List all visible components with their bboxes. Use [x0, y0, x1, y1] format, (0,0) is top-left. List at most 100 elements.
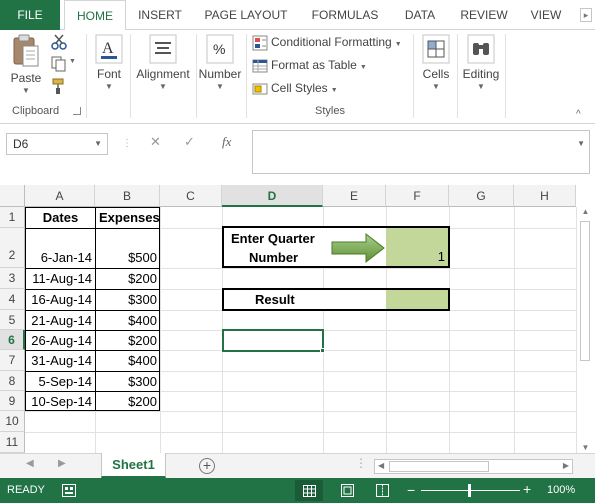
- horizontal-scrollbar[interactable]: ◀ ▶: [374, 459, 573, 474]
- row-header-5[interactable]: 5: [0, 310, 25, 330]
- cell-expense[interactable]: $500: [96, 248, 160, 268]
- row-header-9[interactable]: 9: [0, 391, 25, 411]
- cell-b1[interactable]: Expenses: [96, 207, 160, 228]
- alignment-button[interactable]: Alignment ▼: [133, 34, 193, 91]
- row-header-6[interactable]: 6: [0, 330, 25, 350]
- alignment-dropdown-icon[interactable]: ▼: [133, 82, 193, 91]
- column-header-a[interactable]: A: [25, 185, 95, 207]
- cell-expense[interactable]: $400: [96, 351, 160, 371]
- row-header-8[interactable]: 8: [0, 371, 25, 391]
- cell-date[interactable]: 31-Aug-14: [26, 351, 95, 371]
- number-dropdown-icon[interactable]: ▼: [198, 82, 242, 91]
- zoom-slider-thumb[interactable]: [468, 484, 471, 497]
- scroll-left-icon[interactable]: ◀: [378, 461, 384, 470]
- sheet-next-icon[interactable]: ▶: [58, 458, 66, 469]
- normal-view-button[interactable]: [295, 480, 323, 501]
- column-header-g[interactable]: G: [449, 185, 514, 207]
- fill-handle[interactable]: [320, 348, 325, 353]
- number-button[interactable]: % Number ▼: [198, 34, 242, 91]
- copy-dropdown-icon[interactable]: ▼: [69, 58, 76, 65]
- cut-button[interactable]: [50, 33, 70, 51]
- scroll-right-icon[interactable]: ▶: [563, 461, 569, 470]
- row-header-2[interactable]: 2: [0, 228, 25, 268]
- cell-date[interactable]: 5-Sep-14: [26, 372, 95, 391]
- tab-insert[interactable]: INSERT: [130, 0, 190, 30]
- sheet-prev-icon[interactable]: ◀: [26, 458, 34, 469]
- editing-button[interactable]: Editing ▼: [460, 34, 502, 91]
- select-all-corner[interactable]: [0, 185, 25, 207]
- name-box[interactable]: D6 ▼: [6, 133, 108, 155]
- enter-icon[interactable]: ✓: [184, 134, 195, 150]
- ribbon-scroll-right-icon[interactable]: ▸: [580, 8, 592, 22]
- scroll-up-icon[interactable]: ▲: [577, 207, 594, 216]
- column-header-d[interactable]: D: [222, 185, 323, 207]
- add-sheet-icon[interactable]: +: [199, 458, 215, 474]
- column-header-h[interactable]: H: [514, 185, 576, 207]
- tab-data[interactable]: DATA: [396, 0, 444, 30]
- row-header-1[interactable]: 1: [0, 207, 25, 228]
- vertical-scroll-thumb[interactable]: [580, 221, 590, 361]
- column-header-b[interactable]: B: [95, 185, 160, 207]
- active-cell-d6[interactable]: [222, 329, 324, 352]
- row-header-10[interactable]: 10: [0, 411, 25, 432]
- format-painter-button[interactable]: [50, 77, 70, 95]
- conditional-formatting-button[interactable]: Conditional Formatting ▼: [252, 32, 402, 52]
- tab-split-grip-icon[interactable]: ⋮: [355, 456, 367, 470]
- column-header-c[interactable]: C: [160, 185, 222, 207]
- cells-button[interactable]: Cells ▼: [418, 34, 454, 91]
- zoom-level[interactable]: 100%: [547, 484, 575, 496]
- sheet-tab-sheet1[interactable]: Sheet1: [101, 453, 166, 478]
- cell-expense[interactable]: $200: [96, 331, 160, 350]
- row-header-4[interactable]: 4: [0, 289, 25, 310]
- format-as-table-button[interactable]: Format as Table ▼: [252, 55, 367, 75]
- tab-page-layout[interactable]: PAGE LAYOUT: [196, 0, 296, 30]
- tab-home[interactable]: HOME: [64, 0, 126, 31]
- result-value-cell[interactable]: [386, 290, 448, 309]
- scroll-down-icon[interactable]: ▼: [577, 443, 594, 452]
- copy-button[interactable]: ▼: [50, 55, 76, 73]
- cell-date[interactable]: 10-Sep-14: [26, 392, 95, 411]
- quarter-number-input[interactable]: 1: [386, 228, 448, 266]
- tab-view[interactable]: VIEW: [524, 0, 568, 30]
- collapse-ribbon-icon[interactable]: ^: [576, 109, 581, 120]
- cancel-icon[interactable]: ✕: [150, 134, 161, 150]
- row-header-3[interactable]: 3: [0, 268, 25, 289]
- name-box-dropdown-icon[interactable]: ▼: [94, 134, 102, 154]
- row-header-11[interactable]: 11: [0, 432, 25, 453]
- cell-expense[interactable]: $400: [96, 311, 160, 330]
- cell-expense[interactable]: $200: [96, 392, 160, 411]
- macro-record-icon[interactable]: [62, 484, 76, 497]
- insert-function-icon[interactable]: fx: [222, 134, 231, 150]
- cell-styles-button[interactable]: Cell Styles ▼: [252, 78, 338, 98]
- tab-file[interactable]: FILE: [0, 0, 60, 30]
- paste-button[interactable]: Paste ▼: [8, 34, 44, 95]
- clipboard-launcher-icon[interactable]: [73, 107, 81, 115]
- cell-date[interactable]: 16-Aug-14: [26, 290, 95, 310]
- formula-input[interactable]: ▼: [252, 130, 590, 174]
- cell-date[interactable]: 6-Jan-14: [26, 248, 95, 268]
- cell-date[interactable]: 11-Aug-14: [26, 269, 95, 289]
- cell-expense[interactable]: $300: [96, 372, 160, 391]
- expand-formula-bar-icon[interactable]: ▼: [577, 139, 585, 148]
- font-button[interactable]: A Font ▼: [92, 34, 126, 91]
- cell-a1[interactable]: Dates: [26, 207, 95, 228]
- zoom-in-icon[interactable]: +: [523, 481, 531, 497]
- vertical-scrollbar[interactable]: ▲ ▼: [576, 207, 593, 453]
- cell-expense[interactable]: $300: [96, 290, 160, 310]
- page-layout-view-icon[interactable]: [341, 484, 354, 497]
- row-header-7[interactable]: 7: [0, 350, 25, 371]
- editing-dropdown-icon[interactable]: ▼: [460, 82, 502, 91]
- cell-date[interactable]: 21-Aug-14: [26, 311, 95, 330]
- paste-dropdown-icon[interactable]: ▼: [8, 86, 44, 95]
- zoom-out-icon[interactable]: −: [407, 482, 415, 498]
- column-header-f[interactable]: F: [386, 185, 449, 207]
- cell-expense[interactable]: $200: [96, 269, 160, 289]
- page-break-view-icon[interactable]: [376, 484, 389, 497]
- tab-review[interactable]: REVIEW: [454, 0, 514, 30]
- cells-dropdown-icon[interactable]: ▼: [418, 82, 454, 91]
- horizontal-scroll-thumb[interactable]: [389, 461, 489, 472]
- font-dropdown-icon[interactable]: ▼: [92, 82, 126, 91]
- tab-formulas[interactable]: FORMULAS: [304, 0, 386, 30]
- column-header-e[interactable]: E: [323, 185, 386, 207]
- cell-date[interactable]: 26-Aug-14: [26, 331, 95, 350]
